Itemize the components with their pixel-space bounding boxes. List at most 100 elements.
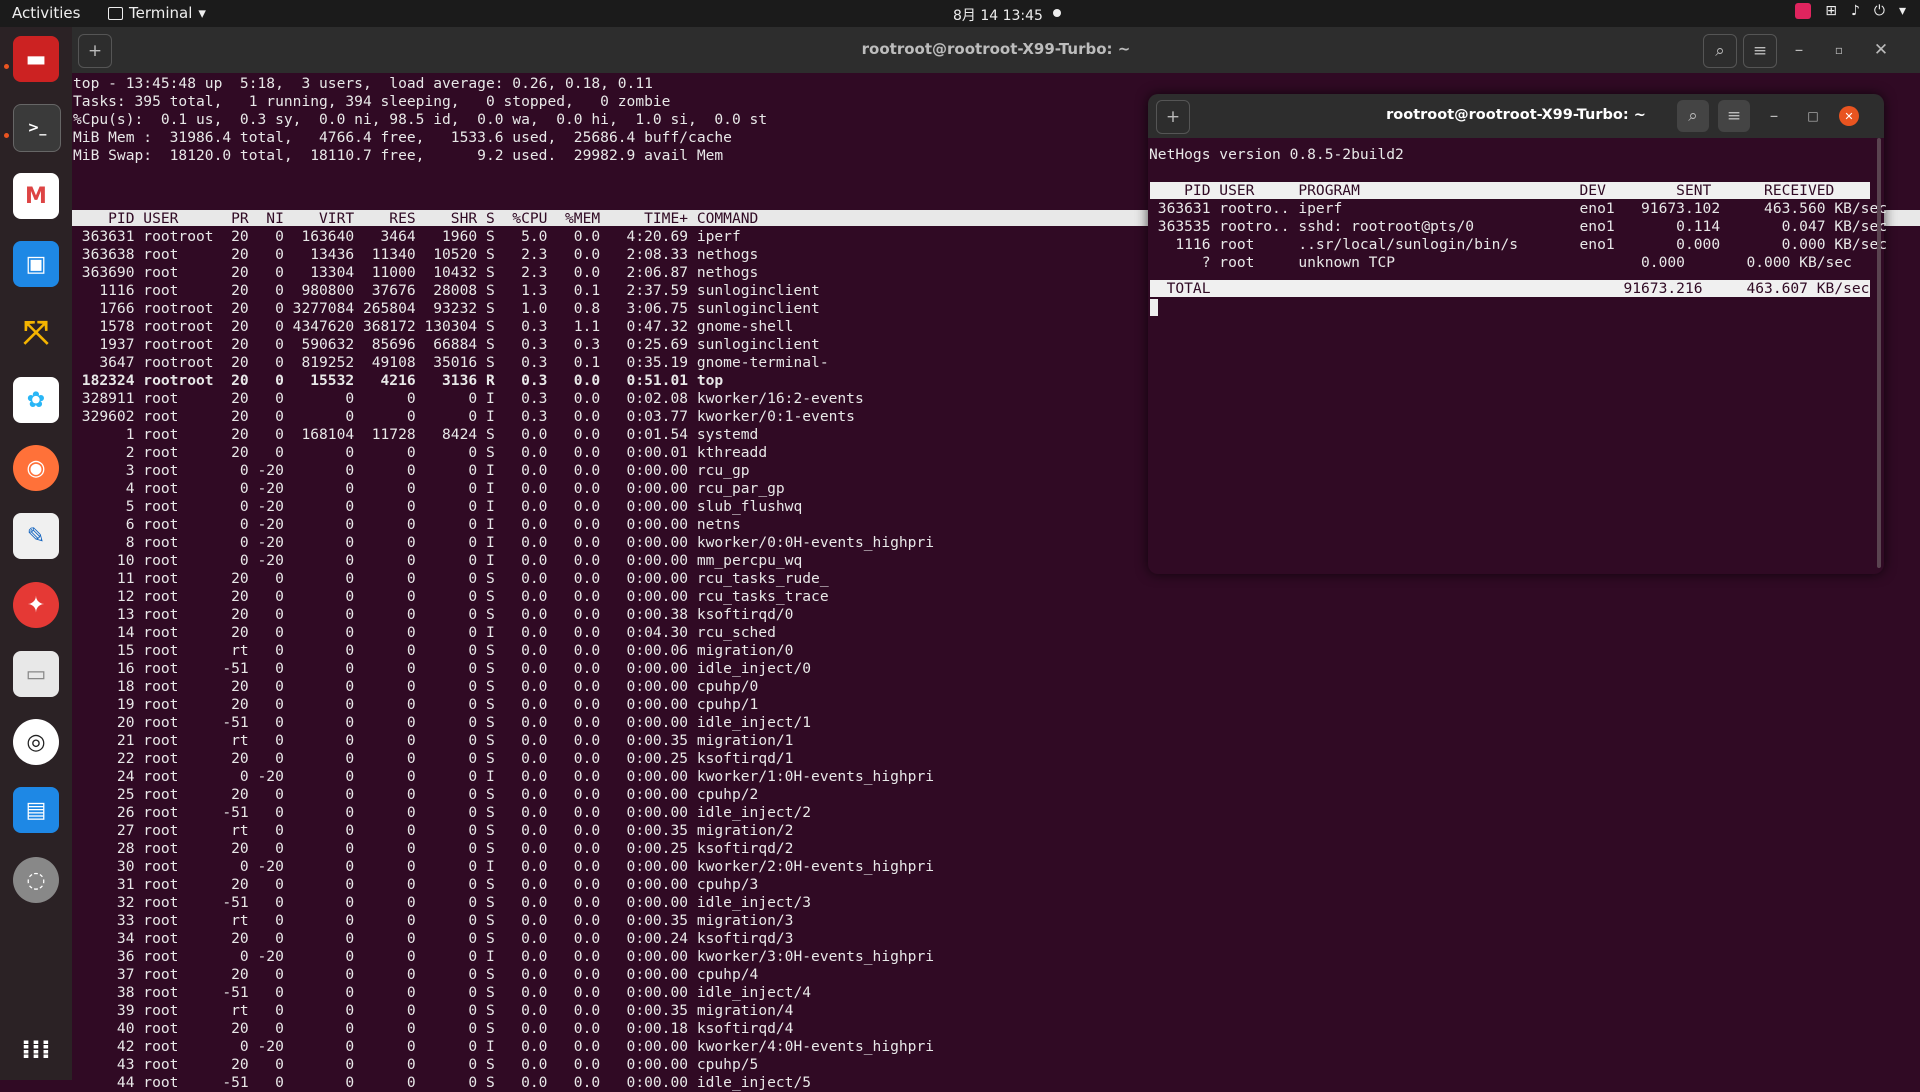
process-row: 2 root 20 0 0 0 0 S 0.0 0.0 0:00.01 kthr…	[73, 444, 768, 461]
chevron-down-icon: ▾	[198, 4, 206, 22]
process-row: 32 root -51 0 0 0 0 S 0.0 0.0 0:00.00 id…	[73, 894, 812, 911]
process-row: 11 root 20 0 0 0 0 S 0.0 0.0 0:00.00 rcu…	[73, 570, 829, 587]
process-row: 1937 rootroot 20 0 590632 85696 66884 S …	[73, 336, 820, 353]
process-row: 28 root 20 0 0 0 0 S 0.0 0.0 0:00.25 kso…	[73, 840, 794, 857]
minimize-icon[interactable]: –	[1783, 34, 1815, 66]
process-row: 6 root 0 -20 0 0 0 I 0.0 0.0 0:00.00 net…	[73, 516, 741, 533]
close-icon[interactable]: ✕	[1865, 34, 1897, 66]
dock: ▬ >_ M ▣ ⤧ ✿ ◉ ✎ ✦ ▭ ◎ ▤ ◌ ⁞⁞⁞	[0, 27, 72, 1080]
terminal-red-icon[interactable]: ▬	[13, 36, 59, 82]
disk-icon[interactable]: ◌	[13, 857, 59, 903]
nethogs-version: NetHogs version 0.8.5-2build2	[1149, 146, 1404, 163]
app-menu-label: Terminal	[129, 4, 193, 22]
process-row: 5 root 0 -20 0 0 0 I 0.0 0.0 0:00.00 slu…	[73, 498, 803, 515]
top-bar: Activities Terminal ▾ 8月 14 13:45 ⊞ ♪ ⏻ …	[0, 0, 1920, 27]
process-row: 21 root rt 0 0 0 0 S 0.0 0.0 0:00.35 mig…	[73, 732, 794, 749]
nethogs-row: 1116 root ..sr/local/sunlogin/bin/s eno1…	[1149, 236, 1888, 253]
process-row: 44 root -51 0 0 0 0 S 0.0 0.0 0:00.00 id…	[73, 1074, 812, 1091]
summary-line: MiB Swap: 18120.0 total, 18110.7 free, 9…	[73, 147, 724, 164]
nethogs-content[interactable]: NetHogs version 0.8.5-2build2 PID USER P…	[1148, 138, 1888, 574]
nethogs-header: PID USER PROGRAM DEV SENT RECEIVED	[1149, 182, 1896, 199]
active-indicator	[4, 64, 9, 69]
active-indicator	[4, 133, 9, 138]
app-red-icon[interactable]: ✦	[13, 582, 59, 628]
process-row: 22 root 20 0 0 0 0 S 0.0 0.0 0:00.25 kso…	[73, 750, 794, 767]
files-icon[interactable]: ▭	[13, 651, 59, 697]
baidu-netdisk-icon[interactable]: ✿	[13, 377, 59, 423]
system-tray[interactable]: ⊞ ♪ ⏻ ▾	[1795, 3, 1906, 19]
summary-line: top - 13:45:48 up 5:18, 3 users, load av…	[73, 75, 653, 92]
show-apps-icon[interactable]: ⁞⁞⁞	[13, 1027, 59, 1073]
restore-icon[interactable]: ▫	[1823, 34, 1855, 66]
gmail-icon[interactable]: M	[13, 173, 59, 219]
terminal-icon[interactable]: >_	[13, 104, 61, 152]
process-row: 363631 rootroot 20 0 163640 3464 1960 S …	[73, 228, 741, 245]
process-row: 36 root 0 -20 0 0 0 I 0.0 0.0 0:00.00 kw…	[73, 948, 935, 965]
process-row: 37 root 20 0 0 0 0 S 0.0 0.0 0:00.00 cpu…	[73, 966, 759, 983]
chevron-down-icon[interactable]: ▾	[1899, 3, 1906, 19]
maximize-icon[interactable]: □	[1797, 100, 1829, 132]
process-row: 12 root 20 0 0 0 0 S 0.0 0.0 0:00.00 rcu…	[73, 588, 829, 605]
process-row: 19 root 20 0 0 0 0 S 0.0 0.0 0:00.00 cpu…	[73, 696, 759, 713]
process-header: PID USER PR NI VIRT RES SHR S %CPU %MEM …	[73, 210, 759, 227]
menu-icon[interactable]: ≡	[1718, 100, 1750, 132]
firefox-icon[interactable]: ◉	[13, 445, 59, 491]
network-icon[interactable]: ⊞	[1825, 3, 1837, 19]
process-row: 43 root 20 0 0 0 0 S 0.0 0.0 0:00.00 cpu…	[73, 1056, 759, 1073]
app-menu[interactable]: Terminal ▾	[108, 4, 206, 22]
window-title: rootroot@rootroot-X99-Turbo: ~	[861, 40, 1131, 58]
window-headerbar: + rootroot@rootroot-X99-Turbo: ~ ⌕ ≡ – ▫…	[72, 27, 1920, 73]
nethogs-row: ? root unknown TCP 0.000 0.000 KB/sec	[1149, 254, 1852, 271]
scrollbar[interactable]	[1877, 138, 1881, 568]
summary-line: Tasks: 395 total, 1 running, 394 sleepin…	[73, 93, 671, 110]
process-row: 38 root -51 0 0 0 0 S 0.0 0.0 0:00.00 id…	[73, 984, 812, 1001]
close-icon[interactable]: ✕	[1839, 106, 1859, 126]
process-row: 328911 root 20 0 0 0 0 I 0.3 0.0 0:02.08…	[73, 390, 864, 407]
process-row: 13 root 20 0 0 0 0 S 0.0 0.0 0:00.38 kso…	[73, 606, 794, 623]
minimize-icon[interactable]: –	[1758, 100, 1790, 132]
remote-desktop-icon[interactable]: ▣	[13, 241, 59, 287]
app-arrows-icon[interactable]: ⤧	[13, 309, 59, 355]
process-row: 27 root rt 0 0 0 0 S 0.0 0.0 0:00.35 mig…	[73, 822, 794, 839]
activities-button[interactable]: Activities	[12, 4, 80, 22]
process-row: 18 root 20 0 0 0 0 S 0.0 0.0 0:00.00 cpu…	[73, 678, 759, 695]
process-row: 363638 root 20 0 13436 11340 10520 S 2.3…	[73, 246, 759, 263]
process-row: 3 root 0 -20 0 0 0 I 0.0 0.0 0:00.00 rcu…	[73, 462, 750, 479]
power-icon[interactable]: ⏻	[1874, 3, 1885, 19]
search-icon[interactable]: ⌕	[1677, 100, 1709, 132]
volume-icon[interactable]: ♪	[1851, 3, 1860, 19]
process-row: 34 root 20 0 0 0 0 S 0.0 0.0 0:00.24 kso…	[73, 930, 794, 947]
process-row: 31 root 20 0 0 0 0 S 0.0 0.0 0:00.00 cpu…	[73, 876, 759, 893]
process-row: 39 root rt 0 0 0 0 S 0.0 0.0 0:00.35 mig…	[73, 1002, 794, 1019]
process-row: 20 root -51 0 0 0 0 S 0.0 0.0 0:00.00 id…	[73, 714, 812, 731]
nethogs-headerbar: + rootroot@rootroot-X99-Turbo: ~ ⌕ ≡ – □…	[1148, 94, 1884, 138]
text-editor-icon[interactable]: ✎	[13, 513, 59, 559]
process-row: 1766 rootroot 20 0 3277084 265804 93232 …	[73, 300, 820, 317]
process-row: 16 root -51 0 0 0 0 S 0.0 0.0 0:00.00 id…	[73, 660, 812, 677]
clock[interactable]: 8月 14 13:45	[953, 5, 1043, 25]
process-row: 25 root 20 0 0 0 0 S 0.0 0.0 0:00.00 cpu…	[73, 786, 759, 803]
process-row: 10 root 0 -20 0 0 0 I 0.0 0.0 0:00.00 mm…	[73, 552, 803, 569]
libreoffice-writer-icon[interactable]: ▤	[13, 787, 59, 833]
process-row: 8 root 0 -20 0 0 0 I 0.0 0.0 0:00.00 kwo…	[73, 534, 935, 551]
search-icon[interactable]: ⌕	[1703, 34, 1737, 68]
text-cursor	[1150, 299, 1158, 316]
process-row: 329602 root 20 0 0 0 0 I 0.3 0.0 0:03.77…	[73, 408, 855, 425]
rhythmbox-icon[interactable]: ◎	[13, 719, 59, 765]
process-row: 40 root 20 0 0 0 0 S 0.0 0.0 0:00.18 kso…	[73, 1020, 794, 1037]
notification-dot-icon	[1053, 9, 1061, 17]
nethogs-total: TOTAL 91673.216 463.607 KB/sec	[1149, 280, 1879, 297]
process-row: 24 root 0 -20 0 0 0 I 0.0 0.0 0:00.00 kw…	[73, 768, 935, 785]
process-row: 30 root 0 -20 0 0 0 I 0.0 0.0 0:00.00 kw…	[73, 858, 935, 875]
menu-icon[interactable]: ≡	[1743, 34, 1777, 68]
nethogs-terminal-window[interactable]: + rootroot@rootroot-X99-Turbo: ~ ⌕ ≡ – □…	[1148, 94, 1888, 574]
process-row: 33 root rt 0 0 0 0 S 0.0 0.0 0:00.35 mig…	[73, 912, 794, 929]
process-row: 3647 rootroot 20 0 819252 49108 35016 S …	[73, 354, 829, 371]
process-row: 1578 rootroot 20 0 4347620 368172 130304…	[73, 318, 794, 335]
nethogs-row: 363631 rootro.. iperf eno1 91673.102 463…	[1149, 200, 1888, 217]
terminal-small-icon	[108, 6, 123, 20]
tray-app-icon[interactable]	[1795, 3, 1812, 19]
process-row: 1116 root 20 0 980800 37676 28008 S 1.3 …	[73, 282, 820, 299]
nethogs-row: 363535 rootro.. sshd: rootroot@pts/0 eno…	[1149, 218, 1888, 235]
process-row: 42 root 0 -20 0 0 0 I 0.0 0.0 0:00.00 kw…	[73, 1038, 935, 1055]
